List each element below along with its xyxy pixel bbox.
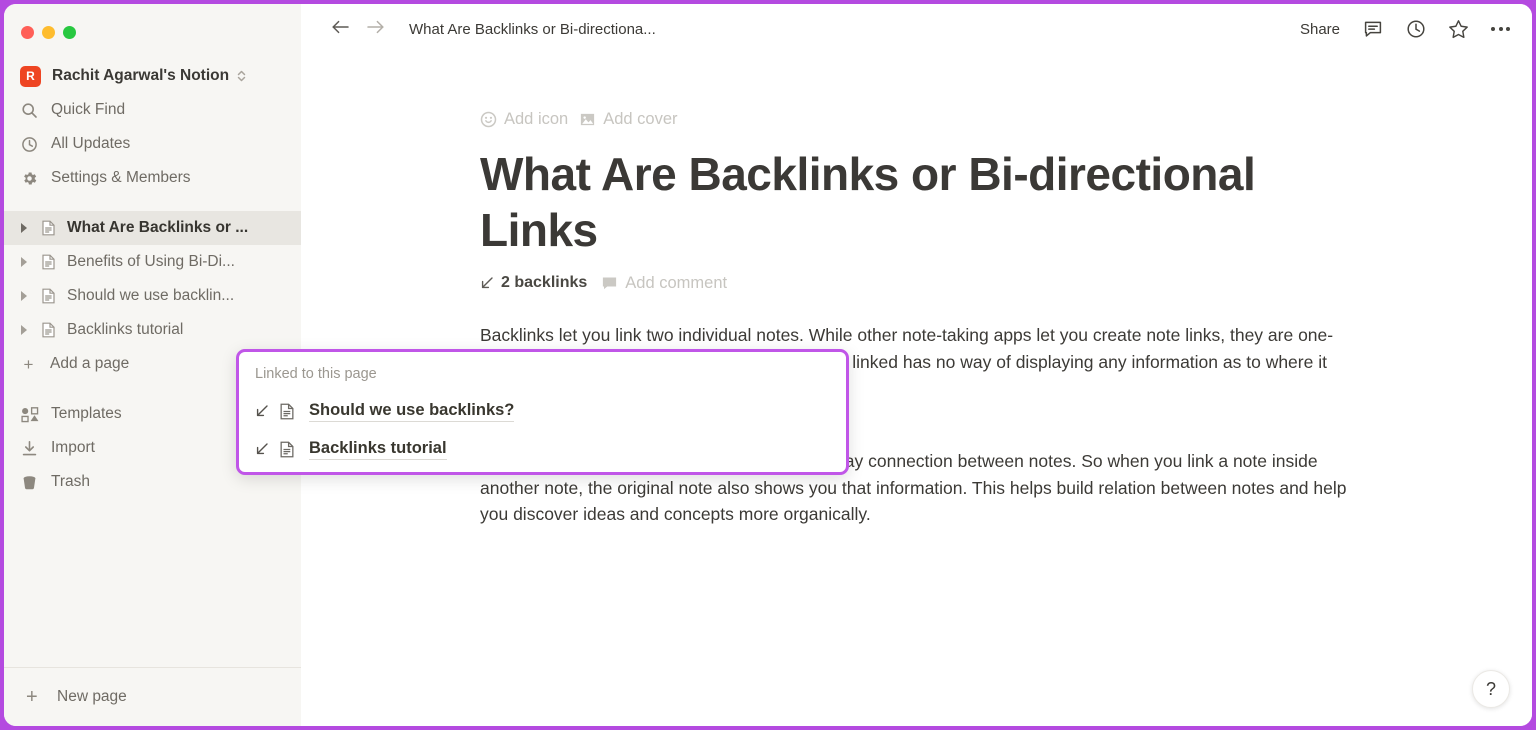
close-button[interactable]: [21, 25, 34, 39]
history-clock-icon[interactable]: [1405, 19, 1426, 40]
sidebar-page-benefits-of-using[interactable]: Benefits of Using Bi-Di...: [4, 245, 301, 279]
backlinks-label: 2 backlinks: [501, 274, 588, 292]
workspace-switcher[interactable]: R Rachit Agarwal's Notion: [12, 59, 293, 93]
templates-icon: [20, 405, 39, 424]
sidebar-page-label: Should we use backlin...: [67, 287, 235, 304]
image-icon: [579, 111, 596, 128]
gear-icon: [20, 169, 39, 188]
document-icon: [279, 403, 297, 420]
add-a-page-label: Add a page: [50, 355, 130, 372]
breadcrumb[interactable]: What Are Backlinks or Bi-directiona...: [409, 21, 656, 38]
sidebar-page-backlinks-tutorial[interactable]: Backlinks tutorial: [4, 313, 301, 347]
sidebar-item-label: Import: [51, 439, 95, 456]
sidebar-item-label: Templates: [51, 405, 122, 422]
back-button[interactable]: [327, 19, 354, 39]
new-page-label: New page: [57, 688, 127, 705]
sidebar-page-label: Backlinks tutorial: [67, 321, 184, 338]
help-button[interactable]: ?: [1472, 670, 1510, 708]
import-icon: [20, 439, 39, 458]
chevron-right-icon[interactable]: [20, 257, 34, 267]
topbar: What Are Backlinks or Bi-directiona... S…: [301, 4, 1532, 54]
sidebar-page-label: What Are Backlinks or ...: [67, 219, 249, 236]
comment-icon[interactable]: [1362, 19, 1383, 40]
add-comment-button[interactable]: Add comment: [601, 274, 727, 293]
document-icon: [40, 220, 57, 237]
window-controls: [4, 4, 301, 44]
sidebar-item-label: All Updates: [51, 135, 131, 152]
page-title[interactable]: What Are Backlinks or Bi-directional Lin…: [480, 146, 1360, 258]
arrow-down-left-icon: [255, 442, 272, 456]
arrow-down-left-icon: [255, 404, 272, 418]
smiley-icon: [480, 111, 497, 128]
new-page-button[interactable]: + New page: [4, 668, 301, 726]
plus-icon: +: [26, 686, 38, 708]
sidebar-item-quick-find[interactable]: Quick Find: [12, 93, 293, 127]
sidebar-page-should-we-use[interactable]: Should we use backlin...: [4, 279, 301, 313]
clock-icon: [20, 135, 39, 154]
add-icon-label: Add icon: [504, 109, 569, 128]
sidebar-item-label: Settings & Members: [51, 169, 191, 186]
chevron-right-icon[interactable]: [20, 223, 34, 233]
add-cover-label: Add cover: [603, 109, 678, 128]
add-icon-button[interactable]: Add icon: [480, 110, 568, 129]
forward-button[interactable]: [362, 19, 389, 39]
minimize-button[interactable]: [42, 25, 55, 39]
sidebar-page-label: Benefits of Using Bi-Di...: [67, 253, 235, 270]
document-icon: [279, 441, 297, 458]
plus-icon: +: [23, 354, 34, 374]
chevron-right-icon[interactable]: [20, 291, 34, 301]
share-button[interactable]: Share: [1300, 21, 1340, 38]
sidebar-page-what-are-backlinks[interactable]: What Are Backlinks or ...: [4, 211, 301, 245]
popover-link-label: Should we use backlinks?: [309, 401, 515, 422]
page-meta-row: 2 backlinks Add comment: [480, 270, 1532, 296]
more-horizontal-icon[interactable]: [1491, 27, 1510, 31]
linked-to-this-page-popover: Linked to this page Should we use backli…: [236, 349, 849, 475]
popover-header: Linked to this page: [255, 366, 377, 382]
backlinks-button[interactable]: 2 backlinks: [480, 274, 587, 292]
popover-link-should-we-use-backlinks[interactable]: Should we use backlinks?: [239, 392, 846, 430]
document-icon: [40, 254, 57, 271]
trash-icon: [20, 473, 39, 492]
workspace-name: Rachit Agarwal's Notion: [52, 67, 230, 84]
chevron-updown-icon: [236, 68, 247, 84]
star-icon[interactable]: [1448, 19, 1469, 40]
topbar-actions: Share: [1300, 19, 1510, 40]
workspace-avatar: R: [20, 65, 41, 87]
chevron-right-icon[interactable]: [20, 325, 34, 335]
popover-link-backlinks-tutorial[interactable]: Backlinks tutorial: [239, 430, 846, 468]
sidebar-item-label: Quick Find: [51, 101, 126, 118]
sidebar-item-all-updates[interactable]: All Updates: [12, 127, 293, 161]
page-add-row: Add icon Add cover: [480, 106, 1532, 132]
sidebar-item-settings-members[interactable]: Settings & Members: [12, 161, 293, 195]
sidebar-item-label: Trash: [51, 473, 91, 490]
arrow-down-left-icon: [480, 276, 494, 290]
maximize-button[interactable]: [63, 25, 76, 39]
comment-icon: [601, 275, 618, 292]
document-icon: [40, 288, 57, 305]
add-comment-label: Add comment: [625, 273, 728, 292]
search-icon: [20, 101, 39, 120]
add-cover-button[interactable]: Add cover: [579, 109, 678, 129]
document-icon: [40, 322, 57, 339]
app-window: R Rachit Agarwal's Notion Quick Find All…: [4, 4, 1532, 726]
popover-link-label: Backlinks tutorial: [309, 439, 447, 460]
